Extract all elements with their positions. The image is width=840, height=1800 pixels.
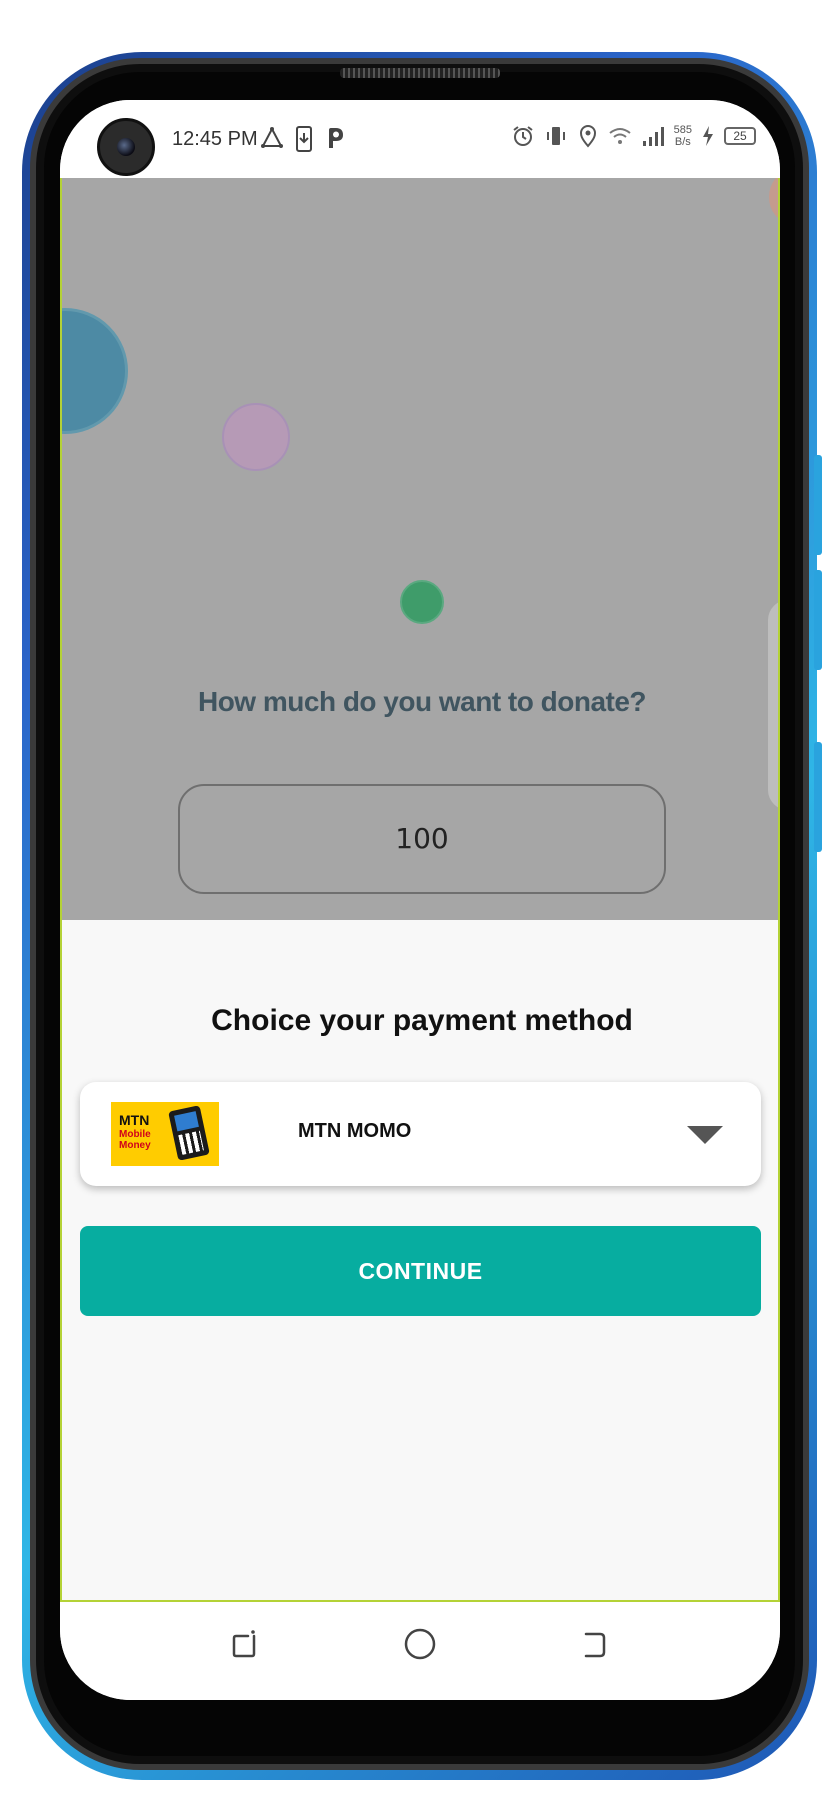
mtn-logo-phone-graphic — [168, 1105, 210, 1161]
recents-icon[interactable] — [224, 1624, 264, 1664]
donation-amount-input[interactable]: 100 — [178, 784, 666, 894]
dimmed-background[interactable]: How much do you want to donate? 100 — [62, 178, 778, 920]
app-content: How much do you want to donate? 100 Choi… — [60, 178, 780, 1602]
status-system-icons: 585 B/s 25 — [511, 124, 756, 148]
side-button — [814, 742, 822, 852]
download-phone-icon — [296, 126, 312, 152]
mtn-mobile-money-logo: MTN Mobile Money — [111, 1102, 219, 1166]
wifi-icon — [609, 128, 631, 144]
status-bar: 12:45 PM 585 B/s 25 — [60, 100, 780, 178]
chevron-down-icon[interactable] — [687, 1126, 723, 1144]
front-camera — [97, 118, 155, 176]
network-speed-unit: B/s — [674, 136, 691, 148]
network-speed: 585 B/s — [674, 124, 692, 148]
back-icon[interactable] — [574, 1624, 614, 1664]
status-notification-icons — [260, 126, 346, 152]
home-icon[interactable] — [400, 1624, 440, 1664]
alarm-icon — [513, 126, 533, 146]
mtn-logo-subtext-line: Mobile — [119, 1129, 151, 1140]
side-button — [814, 455, 822, 555]
camera-lens — [117, 138, 135, 156]
signal-icon — [642, 127, 664, 146]
phone-screen: 12:45 PM 585 B/s 25 How much do you want… — [60, 100, 780, 1700]
selected-payment-method: MTN MOMO — [298, 1120, 412, 1142]
battery-icon: 25 — [724, 127, 756, 145]
location-icon — [579, 125, 596, 148]
decorative-bubble — [222, 403, 290, 471]
continue-button[interactable]: CONTINUE — [80, 1226, 761, 1316]
mtn-logo-subtext: Mobile Money — [119, 1129, 151, 1151]
payment-method-title: Choice your payment method — [211, 1004, 633, 1037]
donation-question: How much do you want to donate? — [197, 686, 647, 717]
payment-method-dropdown[interactable]: MTN Mobile Money MTN MOMO — [80, 1082, 761, 1186]
status-time: 12:45 PM — [172, 128, 258, 150]
mtn-logo-subtext-line: Money — [119, 1140, 151, 1151]
decorative-bubble — [769, 178, 778, 222]
vibrate-icon — [546, 127, 565, 145]
navigation-bar — [60, 1604, 780, 1700]
side-button — [814, 570, 822, 670]
speaker-grille — [340, 68, 500, 78]
triangle-icon — [261, 126, 283, 148]
mtn-logo-phone-screen — [174, 1111, 199, 1132]
network-speed-value: 585 — [673, 124, 692, 136]
mtn-logo-phone-keys — [178, 1130, 204, 1155]
decorative-bubble — [400, 580, 444, 624]
p-app-icon — [329, 128, 343, 148]
mtn-logo-text: MTN — [119, 1112, 150, 1128]
charging-icon — [703, 126, 713, 146]
decorative-bubble — [62, 308, 128, 434]
